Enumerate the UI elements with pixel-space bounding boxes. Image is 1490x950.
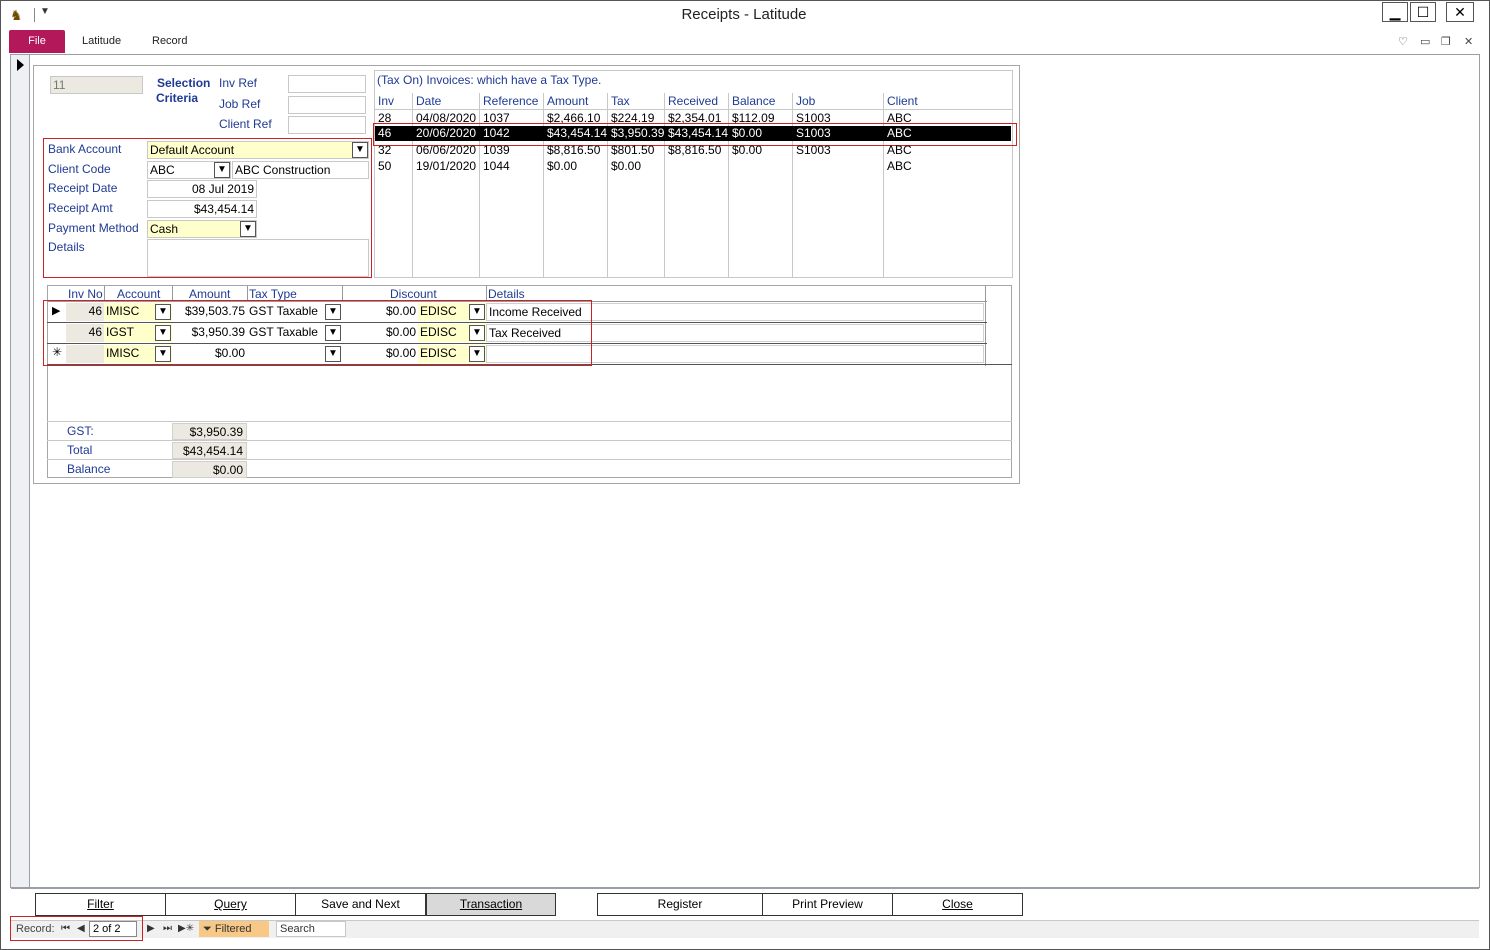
invoice-col-tax[interactable]: Tax xyxy=(611,94,630,108)
doc-close-icon[interactable]: ✕ xyxy=(1464,35,1473,48)
minimize-button[interactable]: ▁ xyxy=(1382,2,1408,22)
invoice-list-caption: (Tax On) Invoices: which have a Tax Type… xyxy=(377,73,602,87)
invoice-cell: S1003 xyxy=(796,143,831,157)
filter-button[interactable]: Filter xyxy=(35,893,166,916)
bank-account-label: Bank Account xyxy=(48,142,122,156)
window-title: Receipts - Latitude xyxy=(681,6,807,23)
lines-col-discount[interactable]: Discount xyxy=(390,287,437,301)
close-window-button[interactable]: ✕ xyxy=(1446,2,1474,22)
invoice-cell: ABC xyxy=(887,159,912,173)
payment-method-dropdown-icon[interactable]: ▼ xyxy=(240,221,256,237)
total-label: Total xyxy=(67,443,93,457)
invoice-col-inv[interactable]: Inv xyxy=(378,94,394,108)
gst-label: GST: xyxy=(67,424,94,438)
maximize-button[interactable]: ☐ xyxy=(1410,2,1436,22)
balance-label: Balance xyxy=(67,462,111,476)
selection-criteria-label-line2: Criteria xyxy=(156,91,199,105)
lines-col-tax-type[interactable]: Tax Type xyxy=(249,287,297,301)
client-ref-label: Client Ref xyxy=(219,117,272,131)
invoice-cell: ABC xyxy=(887,143,912,157)
close-button[interactable]: Close xyxy=(892,893,1023,916)
filtered-toggle[interactable]: ⏷ Filtered xyxy=(199,921,269,937)
details-input[interactable] xyxy=(147,239,369,277)
client-name-field: ABC Construction xyxy=(232,161,369,179)
record-id-field: 11 xyxy=(50,76,143,94)
record-selector[interactable] xyxy=(11,55,30,887)
bank-account-dropdown-icon[interactable]: ▼ xyxy=(352,142,368,158)
invoice-cell: 1039 xyxy=(483,143,510,157)
invoice-cell: $801.50 xyxy=(611,143,655,157)
lines-col-details[interactable]: Details xyxy=(488,287,525,301)
register-button[interactable]: Register xyxy=(597,893,763,916)
invoice-cell: $8,816.50 xyxy=(547,143,601,157)
client-code-label: Client Code xyxy=(48,162,111,176)
bank-account-select[interactable]: Default Account xyxy=(147,141,369,159)
tab-record[interactable]: Record xyxy=(152,35,187,47)
save-and-next-button[interactable]: Save and Next xyxy=(295,893,426,916)
last-record-icon[interactable]: ⏭ xyxy=(163,923,172,934)
invoice-cell: $0.00 xyxy=(611,159,642,173)
gst-value: $3,950.39 xyxy=(172,423,247,440)
payment-method-label: Payment Method xyxy=(48,221,139,235)
totals-divider xyxy=(47,440,1012,441)
invoice-col-balance[interactable]: Balance xyxy=(732,94,775,108)
inv-ref-input[interactable] xyxy=(288,75,366,93)
job-ref-label: Job Ref xyxy=(219,97,261,111)
table-row[interactable]: 32 06/06/2020 1039 $8,816.50 $801.50 $8,… xyxy=(375,142,1011,157)
invoice-col-job[interactable]: Job xyxy=(796,94,815,108)
receipt-date-label: Receipt Date xyxy=(48,181,118,195)
lines-col-inv-no[interactable]: Inv No xyxy=(68,287,103,301)
lines-col-account[interactable]: Account xyxy=(117,287,160,301)
transaction-button[interactable]: Transaction xyxy=(426,893,556,916)
filtered-label: Filtered xyxy=(214,923,252,935)
invoice-cell: 1044 xyxy=(483,159,510,173)
table-row[interactable]: 50 19/01/2020 1044 $0.00 $0.00 ABC xyxy=(375,158,1011,173)
receipt-amt-input[interactable]: $43,454.14 xyxy=(147,200,257,218)
invoice-cell: $8,816.50 xyxy=(668,143,722,157)
client-ref-input[interactable] xyxy=(288,116,366,134)
client-code-dropdown-icon[interactable]: ▼ xyxy=(214,162,230,178)
lines-col-amount[interactable]: Amount xyxy=(189,287,230,301)
selection-criteria-label-line1: Selection xyxy=(157,76,211,90)
invoice-col-client[interactable]: Client xyxy=(887,94,918,108)
invoice-cell: 06/06/2020 xyxy=(416,143,477,157)
balance-value: $0.00 xyxy=(172,461,247,478)
next-record-icon[interactable]: ▶ xyxy=(147,923,155,934)
invoice-cell: 50 xyxy=(378,159,392,173)
receipt-lines-highlight xyxy=(43,300,592,366)
search-input[interactable]: Search xyxy=(276,921,346,937)
inv-ref-label: Inv Ref xyxy=(219,76,258,90)
invoice-cell: $0.00 xyxy=(547,159,578,173)
filter-funnel-icon: ⏷ xyxy=(203,923,215,935)
doc-restore-icon[interactable]: ❐ xyxy=(1441,35,1451,48)
details-label: Details xyxy=(48,240,85,254)
record-nav-highlight xyxy=(10,916,143,941)
totals-divider xyxy=(47,459,1012,460)
total-value: $43,454.14 xyxy=(172,442,247,459)
query-button[interactable]: Query xyxy=(165,893,296,916)
ribbon-collapse-icon[interactable]: ♡ xyxy=(1398,35,1408,48)
tab-file[interactable]: File xyxy=(9,30,65,53)
receipt-amt-label: Receipt Amt xyxy=(48,201,113,215)
current-record-arrow-icon xyxy=(17,59,24,71)
new-record-nav-icon[interactable]: ▶✳ xyxy=(178,923,194,934)
invoice-col-date[interactable]: Date xyxy=(416,94,441,108)
totals-divider xyxy=(47,421,1012,422)
doc-minimize-icon[interactable]: ▭ xyxy=(1420,35,1430,48)
job-ref-input[interactable] xyxy=(288,96,366,114)
invoice-cell: $0.00 xyxy=(732,143,763,157)
print-preview-button[interactable]: Print Preview xyxy=(762,893,893,916)
ribbon-bar xyxy=(1,29,1489,53)
invoice-cell: 19/01/2020 xyxy=(416,159,477,173)
invoice-cell: 32 xyxy=(378,143,392,157)
invoice-col-reference[interactable]: Reference xyxy=(483,94,538,108)
tab-latitude[interactable]: Latitude xyxy=(82,35,121,47)
invoice-col-received[interactable]: Received xyxy=(668,94,718,108)
receipt-date-input[interactable]: 08 Jul 2019 xyxy=(147,180,257,198)
invoice-col-amount[interactable]: Amount xyxy=(547,94,588,108)
